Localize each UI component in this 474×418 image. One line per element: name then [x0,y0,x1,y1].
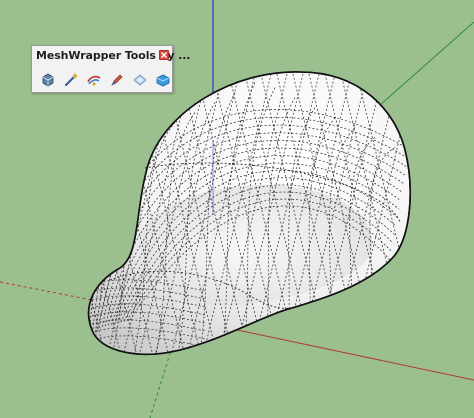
red-axis-dashed [0,281,93,301]
brush-color-icon [87,75,101,86]
pen-tool-icon [111,74,123,86]
blue-box-icon [156,74,170,87]
toolbar-buttons [38,70,173,90]
meshwrapper-toolbar[interactable]: MeshWrapper Tools by ... [31,45,190,93]
green-axis [379,21,474,106]
pen-tool-button[interactable] [107,70,127,90]
wand-button[interactable] [61,70,81,90]
blue-box-button[interactable] [153,70,173,90]
mesh-cube-icon [42,73,54,87]
mesh-object[interactable] [10,70,426,360]
mesh-cube-button[interactable] [38,70,58,90]
close-icon[interactable] [159,50,169,60]
diamond-plane-icon [133,74,147,86]
red-axis [227,327,474,381]
diamond-plane-button[interactable] [130,70,150,90]
wand-icon [64,72,77,87]
brush-color-button[interactable] [84,70,104,90]
